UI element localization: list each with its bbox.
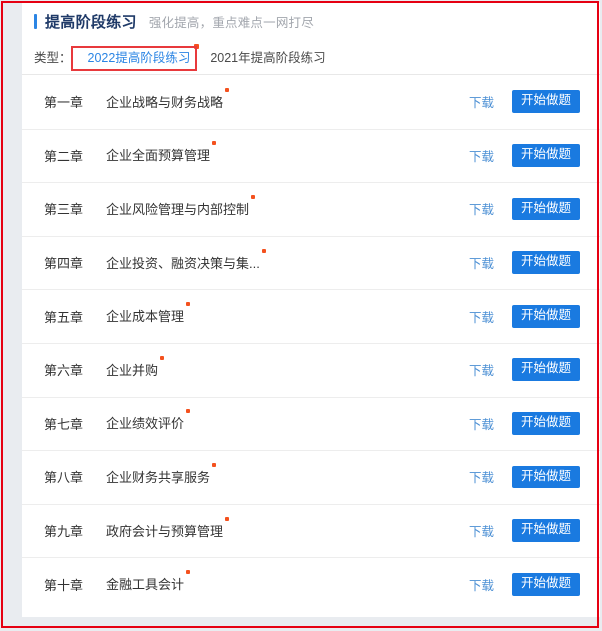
tab-2021-practice[interactable]: 2021年提高阶段练习 — [200, 45, 335, 68]
new-badge-dot-icon — [194, 44, 200, 49]
chapter-number: 第三章 — [44, 202, 84, 218]
download-link[interactable]: 下载 — [469, 360, 494, 379]
start-practice-button[interactable]: 开始做题 — [511, 304, 580, 328]
chapter-number: 第一章 — [44, 95, 84, 111]
chapter-number: 第四章 — [44, 256, 84, 272]
tab-label: 2022提高阶段练习 — [87, 51, 191, 65]
start-practice-button[interactable]: 开始做题 — [511, 197, 580, 221]
chapter-title: 金融工具会计 — [106, 577, 185, 593]
start-practice-button[interactable]: 开始做题 — [511, 358, 580, 382]
chapter-title: 政府会计与预算管理 — [106, 523, 224, 539]
title-accent-bar — [34, 13, 37, 29]
start-practice-button[interactable]: 开始做题 — [511, 572, 580, 596]
chapter-title-wrap: 政府会计与预算管理 — [106, 516, 230, 541]
table-row[interactable]: 第四章 企业投资、融资决策与集... 下载 开始做题 — [22, 235, 600, 290]
page-root: 提高阶段练习 强化提高，重点难点一网打尽 类型： 2022提高阶段练习 2021… — [0, 0, 602, 631]
chapter-title: 企业投资、融资决策与集... — [106, 255, 260, 271]
chapter-title: 企业财务共享服务 — [106, 469, 211, 485]
chapter-title-wrap: 企业财务共享服务 — [106, 462, 217, 487]
panel-header: 提高阶段练习 强化提高，重点难点一网打尽 — [22, 3, 600, 39]
chapter-number: 第六章 — [44, 363, 84, 379]
chapter-title-wrap: 企业战略与财务战略 — [106, 87, 230, 112]
download-link[interactable]: 下载 — [469, 414, 494, 433]
table-row[interactable]: 第八章 企业财务共享服务 下载 开始做题 — [22, 450, 600, 504]
chapter-title: 企业并购 — [106, 362, 159, 378]
start-practice-button[interactable]: 开始做题 — [511, 144, 580, 167]
new-dot-icon — [186, 570, 191, 575]
new-dot-icon — [261, 248, 266, 253]
table-row[interactable]: 第九章 政府会计与预算管理 下载 开始做题 — [22, 503, 600, 558]
download-link[interactable]: 下载 — [469, 575, 494, 594]
start-practice-button[interactable]: 开始做题 — [511, 465, 580, 489]
chapter-title-wrap: 企业成本管理 — [106, 302, 191, 326]
table-row[interactable]: 第五章 企业成本管理 下载 开始做题 — [22, 289, 600, 343]
start-practice-button[interactable]: 开始做题 — [511, 519, 580, 542]
new-dot-icon — [225, 516, 230, 521]
table-row[interactable]: 第六章 企业并购 下载 开始做题 — [22, 342, 600, 397]
chapter-title: 企业绩效评价 — [106, 416, 185, 432]
practice-panel-card: 提高阶段练习 强化提高，重点难点一网打尽 类型： 2022提高阶段练习 2021… — [22, 3, 600, 617]
chapter-number: 第五章 — [44, 309, 84, 325]
chapter-list: 第一章 企业战略与财务战略 下载 开始做题 第二章 企业全面预算管理 下载 开始… — [22, 75, 600, 617]
chapter-number: 第八章 — [44, 470, 84, 486]
chapter-number: 第二章 — [44, 148, 84, 164]
download-link[interactable]: 下载 — [469, 521, 494, 540]
new-dot-icon — [225, 87, 230, 92]
table-row[interactable]: 第一章 企业战略与财务战略 下载 开始做题 — [22, 75, 600, 129]
table-row[interactable]: 第十章 金融工具会计 下载 开始做题 — [22, 557, 600, 611]
chapter-title-wrap: 企业绩效评价 — [106, 409, 191, 433]
chapter-title-wrap: 企业并购 — [106, 355, 165, 380]
chapter-title: 企业战略与财务战略 — [106, 94, 224, 110]
chapter-number: 第十章 — [44, 577, 84, 593]
page-subtitle: 强化提高，重点难点一网打尽 — [148, 15, 314, 30]
new-dot-icon — [160, 355, 165, 360]
chapter-title: 企业风险管理与内部控制 — [106, 201, 250, 217]
new-dot-icon — [212, 141, 217, 146]
download-link[interactable]: 下载 — [469, 199, 494, 218]
download-link[interactable]: 下载 — [469, 307, 494, 326]
page-title: 提高阶段练习 — [45, 13, 137, 31]
download-link[interactable]: 下载 — [469, 467, 494, 486]
tab-label: 2021年提高阶段练习 — [210, 51, 326, 65]
table-row[interactable]: 第三章 企业风险管理与内部控制 下载 开始做题 — [22, 182, 600, 236]
new-dot-icon — [251, 194, 256, 199]
new-dot-icon — [186, 409, 191, 414]
chapter-title: 企业全面预算管理 — [106, 148, 211, 164]
table-row[interactable]: 第七章 企业绩效评价 下载 开始做题 — [22, 396, 600, 451]
table-row[interactable]: 第二章 企业全面预算管理 下载 开始做题 — [22, 128, 600, 183]
type-filter-bar: 类型： 2022提高阶段练习 2021年提高阶段练习 — [22, 39, 600, 75]
download-link[interactable]: 下载 — [469, 146, 494, 165]
start-practice-button[interactable]: 开始做题 — [511, 90, 580, 114]
new-dot-icon — [212, 462, 217, 467]
type-filter-label: 类型： — [34, 51, 72, 65]
chapter-title: 企业成本管理 — [106, 309, 185, 325]
start-practice-button[interactable]: 开始做题 — [511, 411, 580, 435]
chapter-title-wrap: 金融工具会计 — [106, 570, 191, 594]
chapter-number: 第九章 — [44, 524, 84, 540]
new-dot-icon — [186, 302, 191, 307]
start-practice-button[interactable]: 开始做题 — [511, 251, 580, 274]
chapter-title-wrap: 企业风险管理与内部控制 — [106, 194, 256, 219]
chapter-title-wrap: 企业投资、融资决策与集... — [106, 248, 266, 273]
download-link[interactable]: 下载 — [469, 92, 494, 111]
chapter-title-wrap: 企业全面预算管理 — [106, 141, 217, 165]
tab-2022-practice[interactable]: 2022提高阶段练习 — [78, 44, 201, 68]
chapter-number: 第七章 — [44, 416, 84, 432]
download-link[interactable]: 下载 — [469, 253, 494, 272]
